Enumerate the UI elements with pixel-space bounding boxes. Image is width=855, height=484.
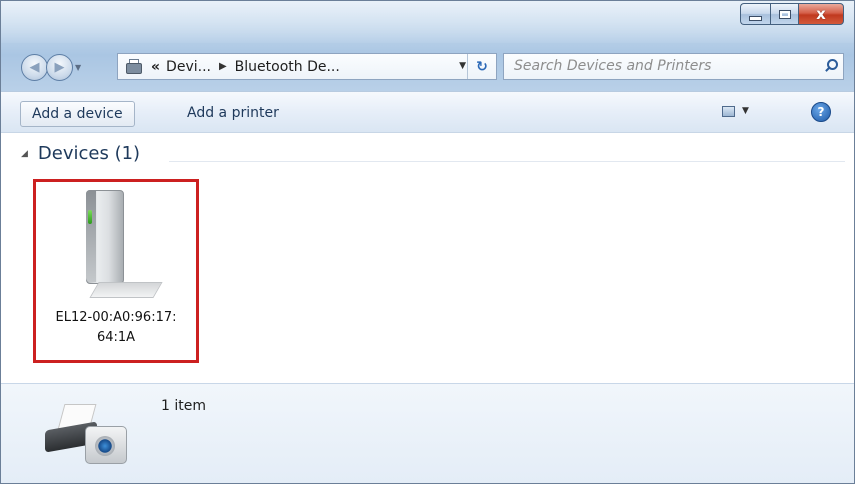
close-icon: x [816, 5, 826, 23]
maximize-button[interactable] [770, 3, 798, 25]
change-view-icon[interactable] [722, 106, 735, 117]
caption-buttons: x [740, 3, 844, 25]
printer-camera-icon [41, 396, 131, 468]
search-input[interactable]: Search Devices and Printers [503, 53, 844, 80]
maximize-icon [778, 9, 791, 19]
close-button[interactable]: x [798, 3, 844, 25]
minimize-button[interactable] [740, 3, 770, 25]
device-name-line: EL12-00:A0:96:17: [55, 310, 177, 325]
details-pane: 1 item [1, 383, 854, 483]
forward-button[interactable]: ▶ [46, 54, 73, 81]
search-placeholder: Search Devices and Printers [514, 58, 712, 74]
view-options-dropdown-icon[interactable]: ▼ [742, 106, 749, 116]
breadcrumb-overflow[interactable]: « [151, 59, 160, 75]
window-chrome: x ◀ ▶ ▼ « Devi... ▶ Bluetooth De... ▼ ↻ … [1, 1, 854, 91]
add-printer-button[interactable]: Add a printer [176, 101, 290, 127]
device-item[interactable]: EL12-00:A0:96:17: 64:1A [33, 179, 199, 363]
group-divider [169, 161, 845, 162]
breadcrumb-item[interactable]: Bluetooth De... [235, 59, 340, 75]
breadcrumb-item[interactable]: Devi... [166, 59, 211, 75]
group-label: Devices (1) [37, 143, 141, 164]
device-list: ◢ Devices (1) EL12-00:A0:96:17: 64:1A [1, 133, 854, 383]
device-name-line: 64:1A [96, 330, 136, 345]
item-count: 1 item [161, 398, 206, 414]
device-name: EL12-00:A0:96:17: 64:1A [36, 308, 196, 348]
address-bar[interactable]: « Devi... ▶ Bluetooth De... ▼ ↻ [117, 53, 497, 80]
window: x ◀ ▶ ▼ « Devi... ▶ Bluetooth De... ▼ ↻ … [0, 0, 855, 484]
minimize-icon [749, 15, 762, 21]
external-drive-icon [76, 190, 163, 300]
group-header[interactable]: ◢ Devices (1) [21, 143, 140, 164]
breadcrumb-separator-icon[interactable]: ▶ [219, 61, 227, 72]
add-device-button[interactable]: Add a device [20, 101, 135, 127]
devices-printers-icon [123, 58, 145, 75]
help-icon[interactable]: ? [811, 102, 831, 122]
command-bar: Add a device Add a printer ▼ ? [1, 91, 854, 133]
search-icon[interactable] [825, 59, 838, 72]
navigation-buttons: ◀ ▶ ▼ [21, 54, 85, 81]
recent-pages-dropdown[interactable]: ▼ [75, 62, 85, 74]
back-button[interactable]: ◀ [21, 54, 48, 81]
address-dropdown-icon[interactable]: ▼ [459, 61, 466, 71]
refresh-button[interactable]: ↻ [467, 54, 496, 79]
collapse-triangle-icon[interactable]: ◢ [21, 149, 28, 159]
